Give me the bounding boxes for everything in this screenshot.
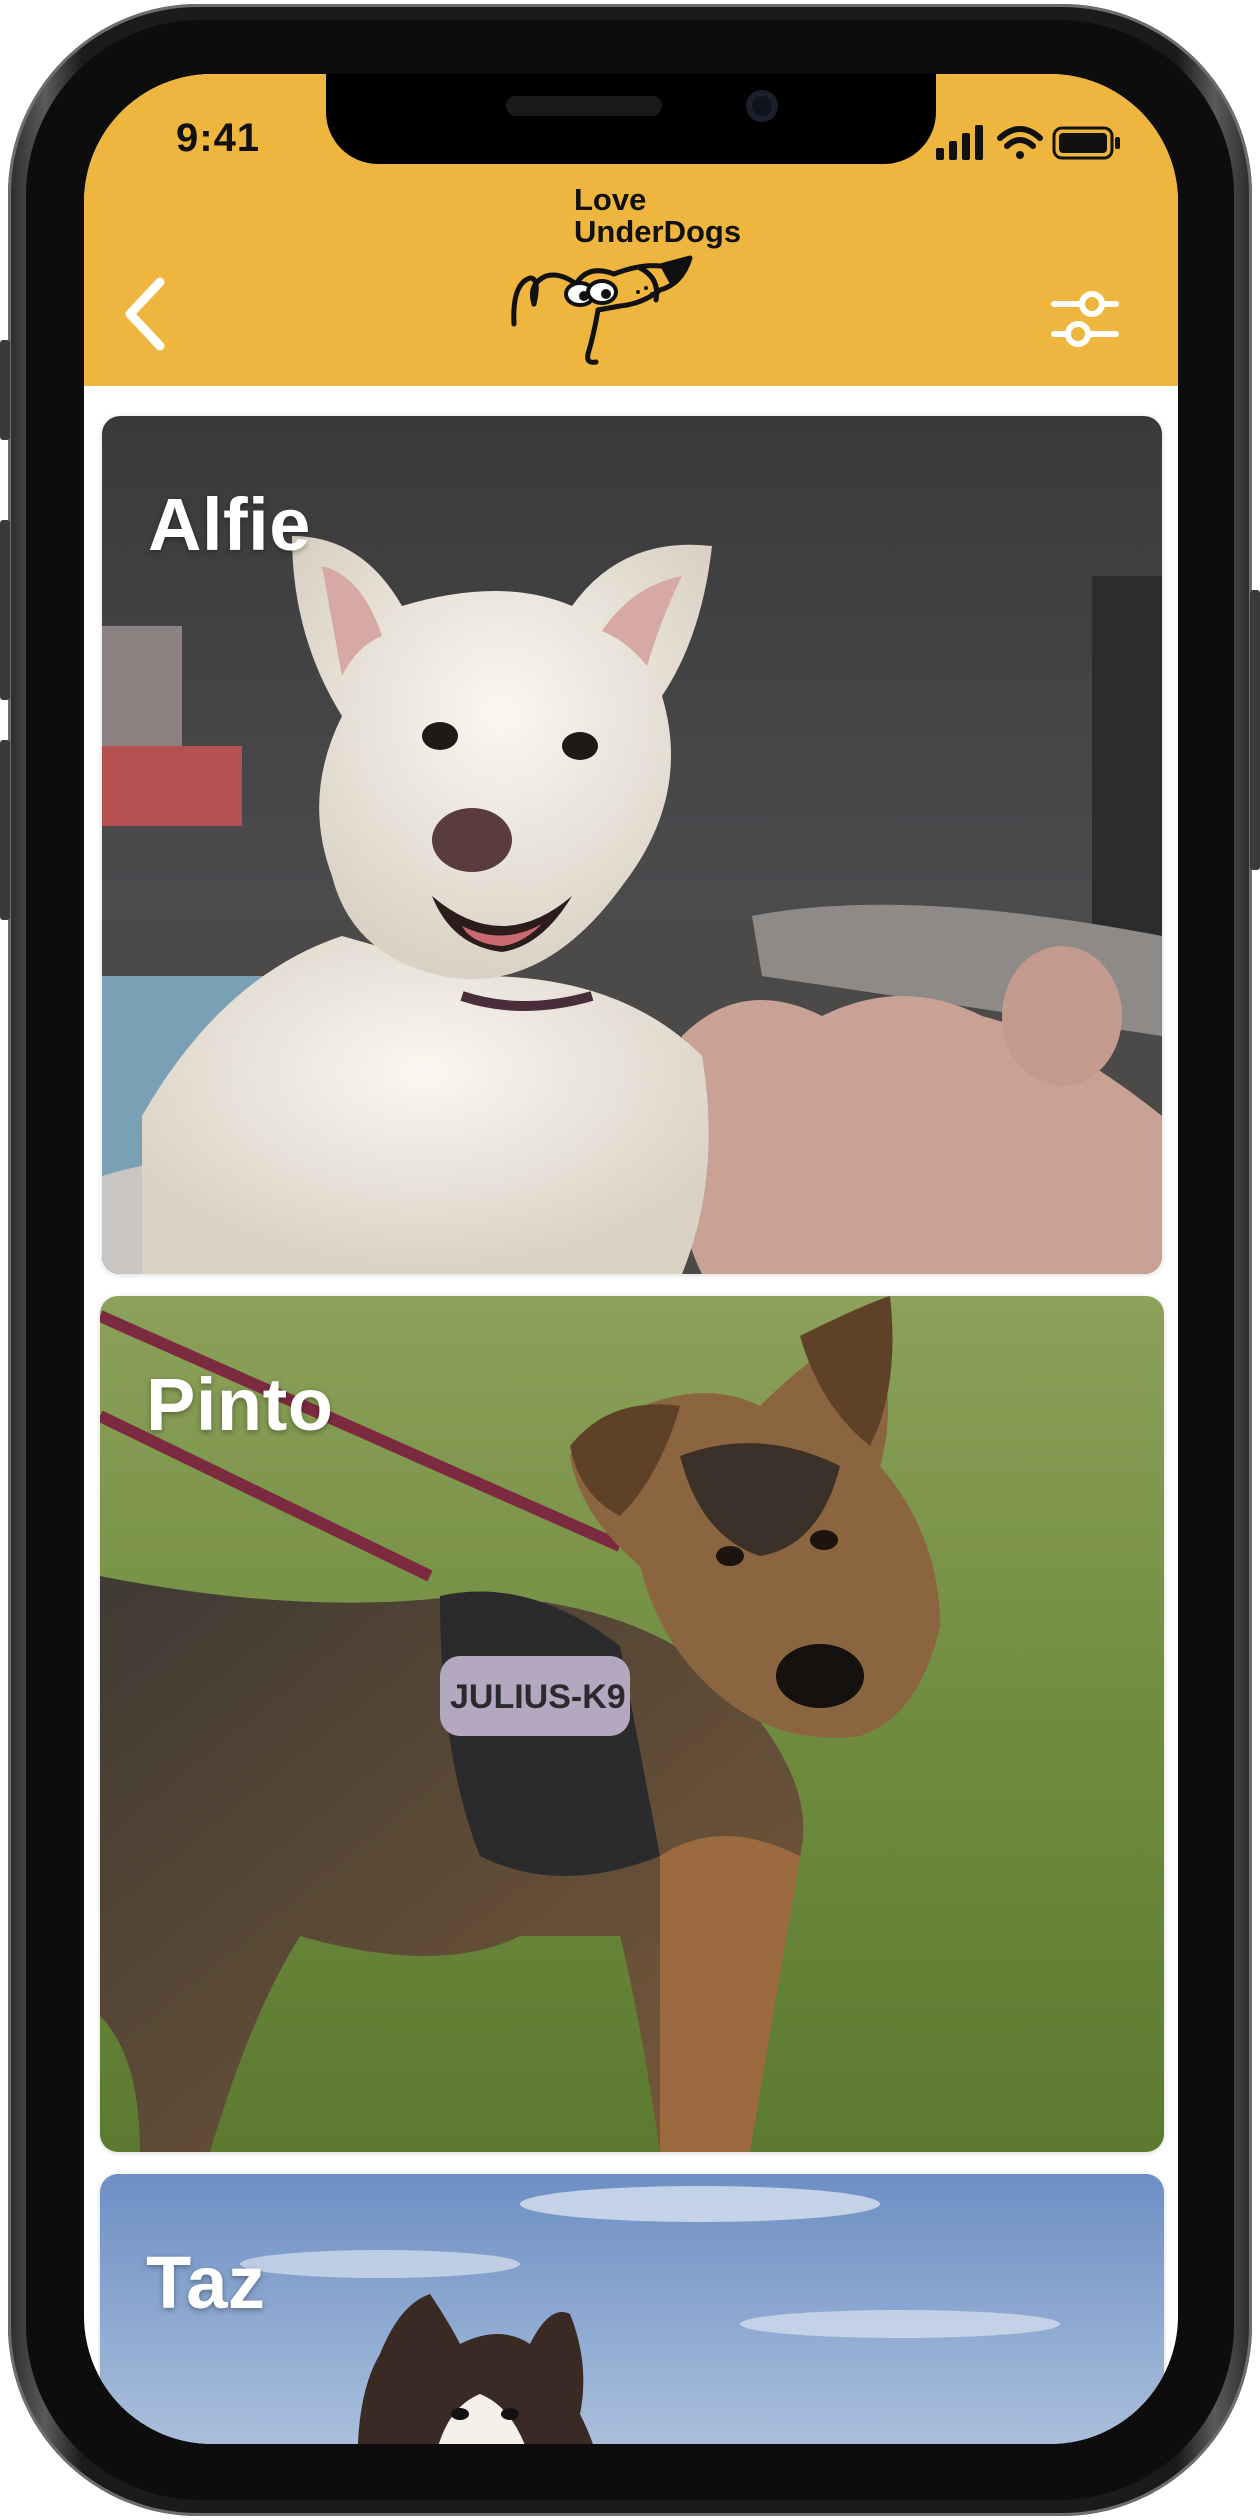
sliders-icon <box>1051 291 1119 347</box>
dog-logo-icon <box>511 255 693 365</box>
cellular-signal-icon <box>936 125 983 160</box>
logo-wordmark: Love UnderDogs <box>574 184 741 248</box>
chevron-left-icon <box>125 277 165 351</box>
dog-name: Alfie <box>148 483 311 566</box>
dog-card[interactable]: JULIUS-K9 Pinto <box>100 1296 1164 2152</box>
dog-card[interactable]: Taz <box>100 2174 1164 2444</box>
dog-name: Pinto <box>146 1363 334 1446</box>
filter-button[interactable] <box>1050 284 1120 354</box>
status-time: 9:41 <box>176 116 261 160</box>
logo-line-1: Love <box>574 182 647 217</box>
volume-down-button <box>0 740 10 920</box>
dog-card[interactable]: Alfie <box>102 416 1162 1274</box>
volume-up-button <box>0 520 10 700</box>
back-button[interactable] <box>116 274 176 354</box>
power-button <box>1250 590 1260 870</box>
notch <box>326 74 936 164</box>
speaker-grille <box>506 96 662 116</box>
front-camera <box>746 90 778 122</box>
wifi-icon <box>997 126 1043 159</box>
svg-text:JULIUS-K9: JULIUS-K9 <box>450 1678 626 1716</box>
status-icons <box>936 124 1136 164</box>
silent-switch <box>0 340 10 440</box>
app-header: 9:41 Love UnderDogs <box>84 74 1178 386</box>
app-screen: 9:41 Love UnderDogs Alfie JULIUS-K9 Pint… <box>84 74 1178 2444</box>
dog-name: Taz <box>146 2241 266 2324</box>
battery-icon <box>1052 126 1120 160</box>
